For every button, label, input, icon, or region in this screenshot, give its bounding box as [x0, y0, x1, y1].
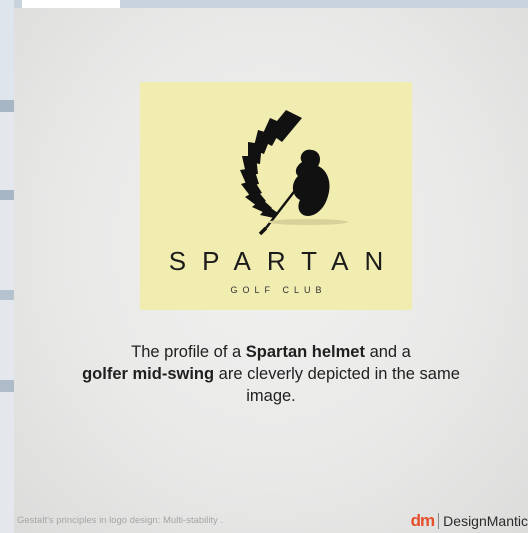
- caption-text-2: and a: [364, 343, 411, 361]
- logo-card: SPARTAN GOLF CLUB: [140, 82, 412, 310]
- footer-note: Gestalt's principles in logo design: Mul…: [17, 515, 224, 526]
- logo-wordmark: SPARTAN: [168, 246, 400, 276]
- slide: SPARTAN GOLF CLUB The profile of a Spart…: [14, 8, 528, 533]
- spartan-helmet-golfer-icon: [240, 110, 348, 236]
- designmantic-logo-mark: dm: [410, 511, 435, 530]
- brand-divider: [438, 513, 440, 529]
- caption-bold-2: golfer mid-swing: [82, 365, 215, 383]
- top-white-tab: [22, 0, 120, 8]
- left-edge-strip: [0, 0, 14, 533]
- caption-text-1: The profile of a: [131, 343, 246, 361]
- brand-name: DesignMantic: [443, 513, 528, 529]
- logo-tagline: GOLF CLUB: [230, 285, 327, 295]
- caption-text-3: are cleverly depicted in the same image.: [214, 365, 460, 405]
- slide-caption: The profile of a Spartan helmet and a go…: [74, 341, 468, 407]
- brand-logo: dm DesignMantic: [411, 511, 528, 531]
- caption-bold-1: Spartan helmet: [245, 343, 365, 361]
